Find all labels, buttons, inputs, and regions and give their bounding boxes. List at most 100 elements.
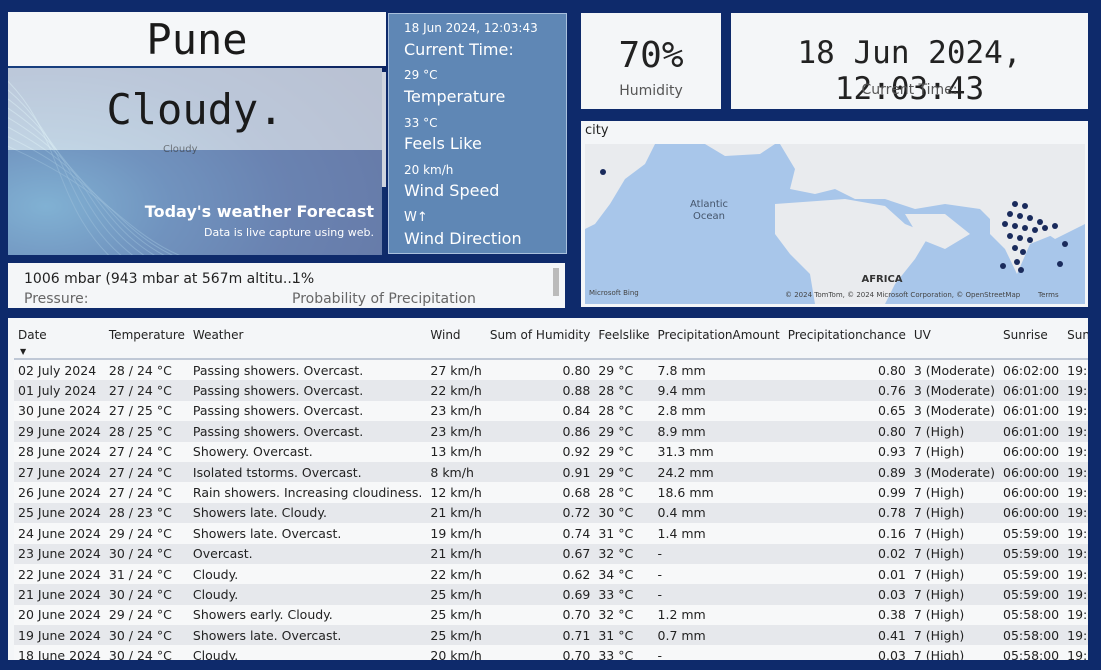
table-row[interactable]: 19 June 2024 30 / 24 °C Showers late. Over… bbox=[14, 625, 1088, 646]
table-cell: 0.76 bbox=[783, 380, 910, 401]
table-row[interactable]: 02 July 2024 28 / 24 °C Passing showers. O… bbox=[14, 359, 1088, 381]
city-marker[interactable] bbox=[1002, 221, 1008, 227]
table-header-row: Date ▼ Temperature Weather Wind Sum of Hu… bbox=[14, 324, 1088, 360]
table-cell: 7 (High) bbox=[909, 543, 999, 564]
column-header-date[interactable]: Date ▼ bbox=[14, 324, 105, 360]
city-marker[interactable] bbox=[1000, 263, 1006, 269]
city-marker[interactable] bbox=[1018, 267, 1024, 273]
city-marker[interactable] bbox=[1022, 225, 1028, 231]
table-cell: 3 (Moderate) bbox=[909, 359, 999, 381]
table-row[interactable]: 24 June 2024 29 / 24 °C Showers late. Over… bbox=[14, 523, 1088, 544]
city-marker[interactable] bbox=[600, 169, 606, 175]
city-marker[interactable] bbox=[1020, 249, 1026, 255]
city-marker[interactable] bbox=[1027, 215, 1033, 221]
column-header-uv[interactable]: UV bbox=[909, 324, 999, 360]
table-cell: 33 °C bbox=[594, 645, 654, 660]
table-cell: 21 km/h bbox=[426, 543, 486, 564]
table-cell: 05:58:00 bbox=[999, 604, 1064, 626]
table-cell: 05:58:00 bbox=[999, 625, 1064, 646]
table-cell: 29 / 24 °C bbox=[104, 523, 189, 544]
table-row[interactable]: 29 June 2024 28 / 25 °C Passing showers. O… bbox=[14, 421, 1088, 442]
map-visual[interactable]: Atlantic Ocean AFRICA Microsoft Bing © 2… bbox=[585, 144, 1085, 304]
city-marker[interactable] bbox=[1027, 237, 1033, 243]
table-cell: 23 km/h bbox=[426, 421, 486, 442]
table-row[interactable]: 30 June 2024 27 / 25 °C Passing showers. O… bbox=[14, 400, 1088, 422]
table-cell: 7 (High) bbox=[909, 421, 999, 442]
scrollbar[interactable] bbox=[382, 72, 386, 187]
table-cell: 9.4 mm bbox=[653, 380, 784, 401]
city-marker[interactable] bbox=[1057, 261, 1063, 267]
table-row[interactable]: 20 June 2024 29 / 24 °C Showers early. Clo… bbox=[14, 604, 1088, 626]
wind-speed-label: Wind Speed bbox=[404, 181, 500, 200]
table-cell: 0.38 bbox=[783, 604, 910, 626]
pressure-card: 1006 mbar (943 mbar at 567m altitu... Pr… bbox=[8, 263, 565, 308]
city-marker[interactable] bbox=[1007, 233, 1013, 239]
table-cell: 06:02:00 bbox=[999, 359, 1064, 381]
city-marker[interactable] bbox=[1014, 259, 1020, 265]
column-header-sunrise[interactable]: Sunrise bbox=[999, 324, 1064, 360]
city-marker[interactable] bbox=[1032, 227, 1038, 233]
table-cell: 31.3 mm bbox=[653, 441, 784, 462]
table-cell: 0.80 bbox=[485, 359, 595, 381]
map-terms-link[interactable]: Terms bbox=[1037, 291, 1059, 299]
table-cell: Overcast. bbox=[188, 543, 427, 564]
table-cell: 7 (High) bbox=[909, 645, 999, 660]
table-cell: 0.41 bbox=[783, 625, 910, 646]
table-cell: 06:00:00 bbox=[999, 502, 1064, 524]
table-cell: Showery. Overcast. bbox=[188, 441, 427, 462]
city-marker[interactable] bbox=[1042, 225, 1048, 231]
table-cell: 20 km/h bbox=[426, 645, 486, 660]
table-cell: 0.65 bbox=[783, 400, 910, 422]
table-cell: Passing showers. Overcast. bbox=[188, 359, 427, 381]
column-header-precip-chance[interactable]: Precipitationchance bbox=[783, 324, 910, 360]
table-cell: 29 °C bbox=[594, 461, 654, 483]
table-cell: Isolated tstorms. Overcast. bbox=[188, 461, 427, 483]
table-row[interactable]: 23 June 2024 30 / 24 °C Overcast. 21 km/h 0.… bbox=[14, 543, 1088, 564]
table-cell: 0.89 bbox=[783, 461, 910, 483]
table-row[interactable]: 21 June 2024 30 / 24 °C Cloudy. 25 km/h 0.69… bbox=[14, 584, 1088, 605]
scrollbar[interactable] bbox=[553, 268, 559, 296]
table-row[interactable]: 27 June 2024 27 / 24 °C Isolated tstorms. … bbox=[14, 461, 1088, 483]
table-cell: 0.03 bbox=[783, 645, 910, 660]
city-marker[interactable] bbox=[1017, 213, 1023, 219]
city-marker[interactable] bbox=[1017, 235, 1023, 241]
table-row[interactable]: 01 July 2024 27 / 24 °C Passing showers. O… bbox=[14, 380, 1088, 401]
column-header-wind[interactable]: Wind bbox=[426, 324, 486, 360]
column-header-precip-amount[interactable]: PrecipitationAmount bbox=[653, 324, 784, 360]
city-marker[interactable] bbox=[1012, 201, 1018, 207]
city-marker[interactable] bbox=[1022, 203, 1028, 209]
city-marker[interactable] bbox=[1012, 223, 1018, 229]
column-header-sunset[interactable]: Sunset bbox=[1063, 324, 1088, 360]
table-cell: 29 °C bbox=[594, 441, 654, 462]
city-marker[interactable] bbox=[1062, 241, 1068, 247]
city-marker[interactable] bbox=[1012, 245, 1018, 251]
current-stats-panel: 18 Jun 2024, 12:03:43 Current Time: 29 °… bbox=[388, 13, 567, 254]
table-cell: 0.93 bbox=[783, 441, 910, 462]
table-row[interactable]: 18 June 2024 30 / 24 °C Cloudy. 20 km/h 0.70… bbox=[14, 645, 1088, 660]
column-header-feelslike[interactable]: Feelslike bbox=[594, 324, 654, 360]
table-cell: 7 (High) bbox=[909, 441, 999, 462]
map-continent-label: AFRICA bbox=[861, 274, 902, 285]
table-row[interactable]: 22 June 2024 31 / 24 °C Cloudy. 22 km/h 0.62… bbox=[14, 563, 1088, 585]
live-note: Data is live capture using web. bbox=[204, 226, 374, 239]
table-cell: 7 (High) bbox=[909, 482, 999, 503]
table-row[interactable]: 26 June 2024 27 / 24 °C Rain showers. Incr… bbox=[14, 482, 1088, 503]
table-cell: 0.72 bbox=[485, 502, 595, 524]
table-cell: 19:14:00 bbox=[1063, 502, 1088, 524]
table-cell: Showers late. Overcast. bbox=[188, 523, 427, 544]
table-cell: 0.68 bbox=[485, 482, 595, 503]
city-marker[interactable] bbox=[1007, 211, 1013, 217]
column-header-weather[interactable]: Weather bbox=[188, 324, 427, 360]
column-header-humidity[interactable]: Sum of Humidity bbox=[485, 324, 595, 360]
city-marker[interactable] bbox=[1052, 223, 1058, 229]
column-header-temperature[interactable]: Temperature bbox=[104, 324, 189, 360]
table-row[interactable]: 25 June 2024 28 / 23 °C Showers late. Clou… bbox=[14, 502, 1088, 524]
table-row[interactable]: 28 June 2024 27 / 24 °C Showery. Overcast.… bbox=[14, 441, 1088, 462]
table-cell: 7 (High) bbox=[909, 563, 999, 585]
wind-direction-value: W↑ bbox=[404, 210, 428, 225]
table-cell: 19:15:00 bbox=[1063, 400, 1088, 422]
table-cell: 19:14:00 bbox=[1063, 421, 1088, 442]
table-cell: 22 June 2024 bbox=[14, 563, 105, 585]
table-cell: 23 June 2024 bbox=[14, 543, 105, 564]
city-marker[interactable] bbox=[1037, 219, 1043, 225]
